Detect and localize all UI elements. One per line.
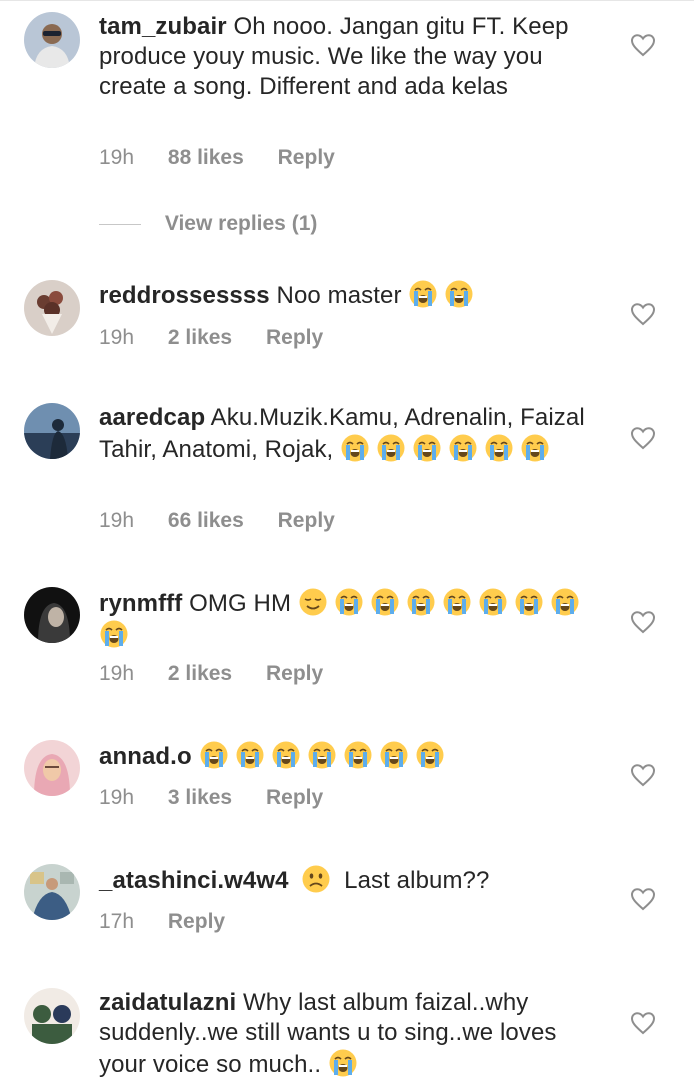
avatar[interactable]	[24, 864, 80, 920]
avatar[interactable]	[24, 587, 80, 643]
comment-text: zaidatulazni Why last album faizal..why …	[99, 988, 599, 1080]
likes-count[interactable]: 3 likes	[168, 786, 232, 810]
crying-face-emoji-icon	[479, 588, 507, 616]
comment-text: annad.o	[99, 740, 599, 772]
comment-body: OMG HM	[189, 590, 292, 617]
crying-face-emoji-icon	[329, 1049, 357, 1077]
crying-face-emoji-icon	[449, 434, 477, 462]
relieved-face-emoji-icon	[299, 588, 327, 616]
comment-meta: 19h 3 likes Reply	[99, 786, 351, 810]
reply-button[interactable]: Reply	[266, 662, 323, 686]
heart-outline-icon[interactable]	[630, 426, 656, 450]
comment-username[interactable]: tam_zubair	[99, 13, 227, 40]
comment-meta: 19h 2 likes Reply	[99, 662, 351, 686]
comment-body: Last album??	[344, 867, 490, 894]
heart-outline-icon[interactable]	[630, 610, 656, 634]
likes-count[interactable]: 88 likes	[168, 146, 244, 170]
crying-face-emoji-icon	[341, 434, 369, 462]
crying-face-emoji-icon	[272, 741, 299, 769]
view-replies-line	[99, 223, 141, 225]
comment-time: 19h	[99, 509, 135, 532]
comment-meta: 19h 66 likes Reply	[99, 509, 363, 533]
crying-face-emoji-icon	[377, 434, 405, 462]
comment-time: 19h	[99, 146, 135, 169]
crying-face-emoji-icon	[521, 434, 549, 462]
comment-username[interactable]: _atashinci.w4w4	[99, 867, 289, 894]
emoji-row	[328, 1049, 364, 1078]
comment-username[interactable]: aaredcap	[99, 404, 205, 431]
view-replies-button[interactable]: View replies (1)	[99, 212, 317, 238]
crying-face-emoji-icon	[308, 741, 335, 769]
reply-button[interactable]: Reply	[278, 146, 335, 170]
avatar[interactable]	[24, 740, 80, 796]
crying-face-emoji-icon	[515, 588, 543, 616]
crying-face-emoji-icon	[344, 741, 371, 769]
avatar[interactable]	[24, 12, 80, 68]
comment-text: tam_zubair Oh nooo. Jangan gitu FT. Keep…	[99, 12, 599, 102]
slightly-frowning-face-emoji-icon	[302, 865, 330, 893]
comment-body: Noo master	[276, 282, 402, 309]
comment-text: _atashinci.w4w4 Last album??	[99, 864, 599, 896]
crying-face-emoji-icon	[380, 741, 407, 769]
crying-face-emoji-icon	[236, 741, 263, 769]
reply-button[interactable]: Reply	[278, 509, 335, 533]
crying-face-emoji-icon	[485, 434, 513, 462]
crying-face-emoji-icon	[407, 588, 435, 616]
reply-button[interactable]: Reply	[266, 786, 323, 810]
comment-time: 19h	[99, 326, 135, 349]
avatar[interactable]	[24, 280, 80, 336]
comment-username[interactable]: rynmfff	[99, 590, 182, 617]
comment-text: rynmfff OMG HM	[99, 587, 599, 651]
emoji-row	[199, 741, 451, 770]
crying-face-emoji-icon	[443, 588, 471, 616]
heart-outline-icon[interactable]	[630, 887, 656, 911]
heart-outline-icon[interactable]	[630, 302, 656, 326]
comment-time: 17h	[99, 910, 135, 933]
crying-face-emoji-icon	[413, 434, 441, 462]
crying-face-emoji-icon	[100, 620, 128, 648]
crying-face-emoji-icon	[551, 588, 579, 616]
likes-count[interactable]: 2 likes	[168, 662, 232, 686]
crying-face-emoji-icon	[409, 280, 437, 308]
crying-face-emoji-icon	[335, 588, 363, 616]
heart-outline-icon[interactable]	[630, 763, 656, 787]
reply-button[interactable]: Reply	[266, 326, 323, 350]
heart-outline-icon[interactable]	[630, 33, 656, 57]
comment-meta: 17h Reply	[99, 910, 253, 934]
comment-text: aaredcap Aku.Muzik.Kamu, Adrenalin, Faiz…	[99, 403, 599, 465]
comment-time: 19h	[99, 662, 135, 685]
avatar[interactable]	[24, 988, 80, 1044]
heart-outline-icon[interactable]	[630, 1011, 656, 1035]
emoji-row	[301, 865, 337, 894]
comment-username[interactable]: reddrossessss	[99, 282, 270, 309]
crying-face-emoji-icon	[200, 741, 227, 769]
likes-count[interactable]: 2 likes	[168, 326, 232, 350]
crying-face-emoji-icon	[445, 280, 473, 308]
comment-text: reddrossessss Noo master	[99, 279, 599, 311]
avatar[interactable]	[24, 403, 80, 459]
emoji-row	[340, 434, 556, 463]
view-replies-label: View replies (1)	[164, 212, 318, 235]
likes-count[interactable]: 66 likes	[168, 509, 244, 533]
crying-face-emoji-icon	[371, 588, 399, 616]
comment-meta: 19h 88 likes Reply	[99, 146, 363, 170]
comment-username[interactable]: zaidatulazni	[99, 989, 236, 1016]
reply-button[interactable]: Reply	[168, 910, 225, 934]
comment-meta: 19h 2 likes Reply	[99, 326, 351, 350]
top-divider	[0, 0, 694, 1]
comment-time: 19h	[99, 786, 135, 809]
emoji-row	[408, 280, 480, 309]
crying-face-emoji-icon	[416, 741, 443, 769]
comment-username[interactable]: annad.o	[99, 743, 192, 770]
